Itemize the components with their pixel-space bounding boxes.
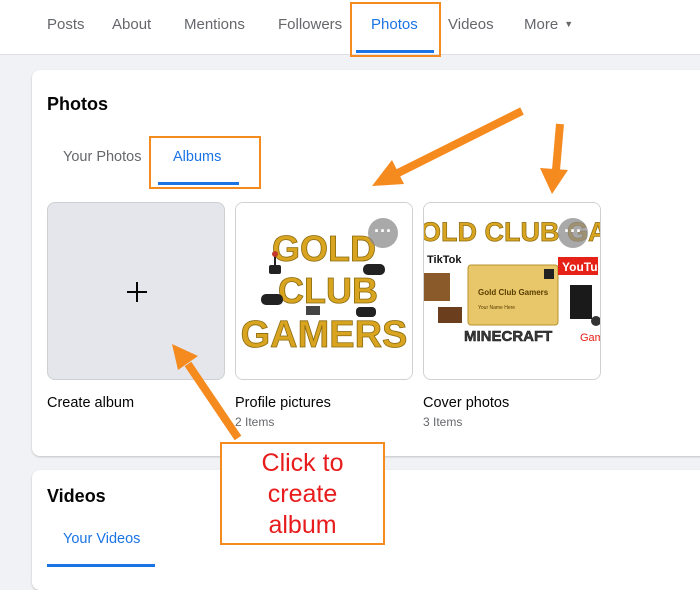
callout-line-3: album <box>268 511 337 539</box>
callout-line-2: create <box>267 480 338 508</box>
callout-line-1: Click to <box>261 449 344 477</box>
arrow-to-create-icon <box>184 361 242 441</box>
arrow-to-cover-icon <box>552 123 564 171</box>
arrow-head-cover <box>540 168 568 194</box>
click-to-create-album-callout: Click to create album <box>220 442 385 545</box>
arrow-to-profile-icon <box>394 107 524 178</box>
